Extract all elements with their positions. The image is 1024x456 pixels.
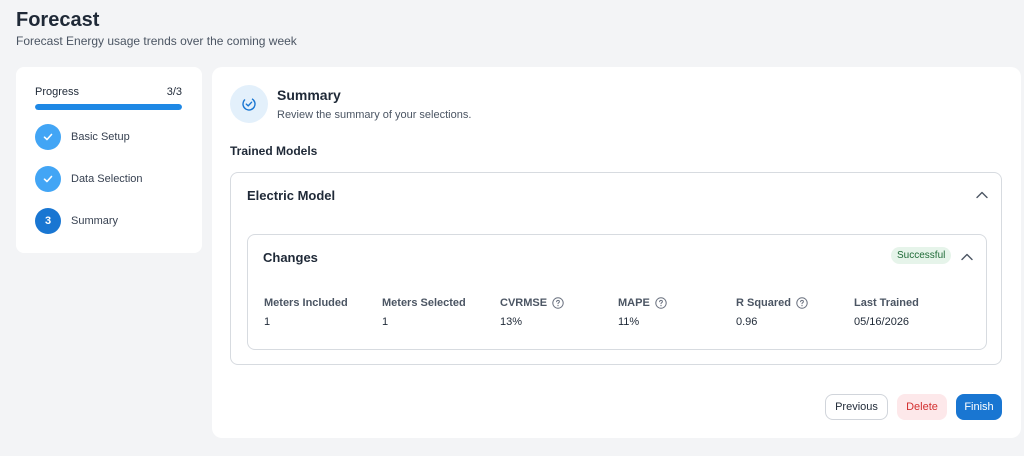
chevron-up-icon[interactable] bbox=[975, 188, 989, 202]
metric-meters-selected: Meters Selected 1 bbox=[382, 297, 466, 328]
step-done-circle bbox=[35, 124, 61, 150]
summary-description: Review the summary of your selections. bbox=[277, 109, 472, 121]
summary-card: Summary Review the summary of your selec… bbox=[212, 67, 1021, 438]
metric-value: 1 bbox=[264, 316, 271, 328]
progress-card: Progress 3/3 Basic Setup Data Selection … bbox=[16, 67, 202, 253]
metric-r-squared: R Squared 0.96 bbox=[736, 297, 808, 328]
metric-value: 11% bbox=[618, 316, 640, 328]
help-icon[interactable] bbox=[796, 297, 808, 309]
step-number-circle: 3 bbox=[35, 208, 61, 234]
help-icon[interactable] bbox=[655, 297, 667, 309]
step-summary[interactable]: 3 Summary bbox=[35, 208, 118, 234]
check-circle-icon bbox=[242, 97, 256, 111]
check-icon bbox=[43, 175, 53, 183]
metric-value: 0.96 bbox=[736, 316, 758, 328]
metric-mape: MAPE 11% bbox=[618, 297, 667, 328]
step-basic-setup[interactable]: Basic Setup bbox=[35, 124, 130, 150]
metric-label: CVRMSE bbox=[500, 297, 548, 309]
metric-label: Last Trained bbox=[854, 297, 919, 309]
changes-title[interactable]: Changes bbox=[263, 250, 318, 265]
changes-accordion: Changes Successful Meters Included 1 Met… bbox=[247, 234, 987, 350]
metric-label: Meters Selected bbox=[382, 297, 466, 309]
progress-bar-fill bbox=[35, 104, 182, 110]
progress-label: Progress bbox=[35, 86, 80, 98]
finish-button[interactable]: Finish bbox=[956, 394, 1002, 420]
metric-label: MAPE bbox=[618, 297, 650, 309]
progress-header: Progress 3/3 bbox=[35, 86, 182, 98]
metric-last-trained: Last Trained 05/16/2026 bbox=[854, 297, 919, 328]
metric-cvrmse: CVRMSE 13% bbox=[500, 297, 564, 328]
step-label: Basic Setup bbox=[71, 131, 130, 143]
progress-count: 3/3 bbox=[166, 86, 182, 98]
check-icon bbox=[43, 133, 53, 141]
model-accordion: Electric Model Changes Successful Meters… bbox=[230, 172, 1002, 365]
status-badge: Successful bbox=[891, 247, 952, 264]
step-data-selection[interactable]: Data Selection bbox=[35, 166, 143, 192]
metric-value: 05/16/2026 bbox=[854, 316, 910, 328]
step-label: Summary bbox=[71, 215, 119, 227]
summary-icon-badge bbox=[230, 85, 268, 123]
metric-meters-included: Meters Included 1 bbox=[264, 297, 348, 328]
page-title: Forecast bbox=[16, 9, 100, 31]
summary-title: Summary bbox=[277, 87, 341, 103]
metric-value: 13% bbox=[500, 316, 523, 328]
step-label: Data Selection bbox=[71, 173, 143, 185]
delete-button[interactable]: Delete bbox=[897, 394, 947, 420]
metric-value: 1 bbox=[382, 316, 389, 328]
chevron-up-icon[interactable] bbox=[960, 250, 974, 264]
page-subtitle: Forecast Energy usage trends over the co… bbox=[16, 34, 297, 48]
step-done-circle bbox=[35, 166, 61, 192]
help-icon[interactable] bbox=[552, 297, 564, 309]
previous-button[interactable]: Previous bbox=[825, 394, 888, 420]
trained-models-heading: Trained Models bbox=[230, 144, 318, 158]
metric-label: Meters Included bbox=[264, 297, 348, 309]
metric-label: R Squared bbox=[736, 297, 792, 309]
progress-bar bbox=[35, 104, 182, 110]
model-name[interactable]: Electric Model bbox=[247, 188, 335, 203]
